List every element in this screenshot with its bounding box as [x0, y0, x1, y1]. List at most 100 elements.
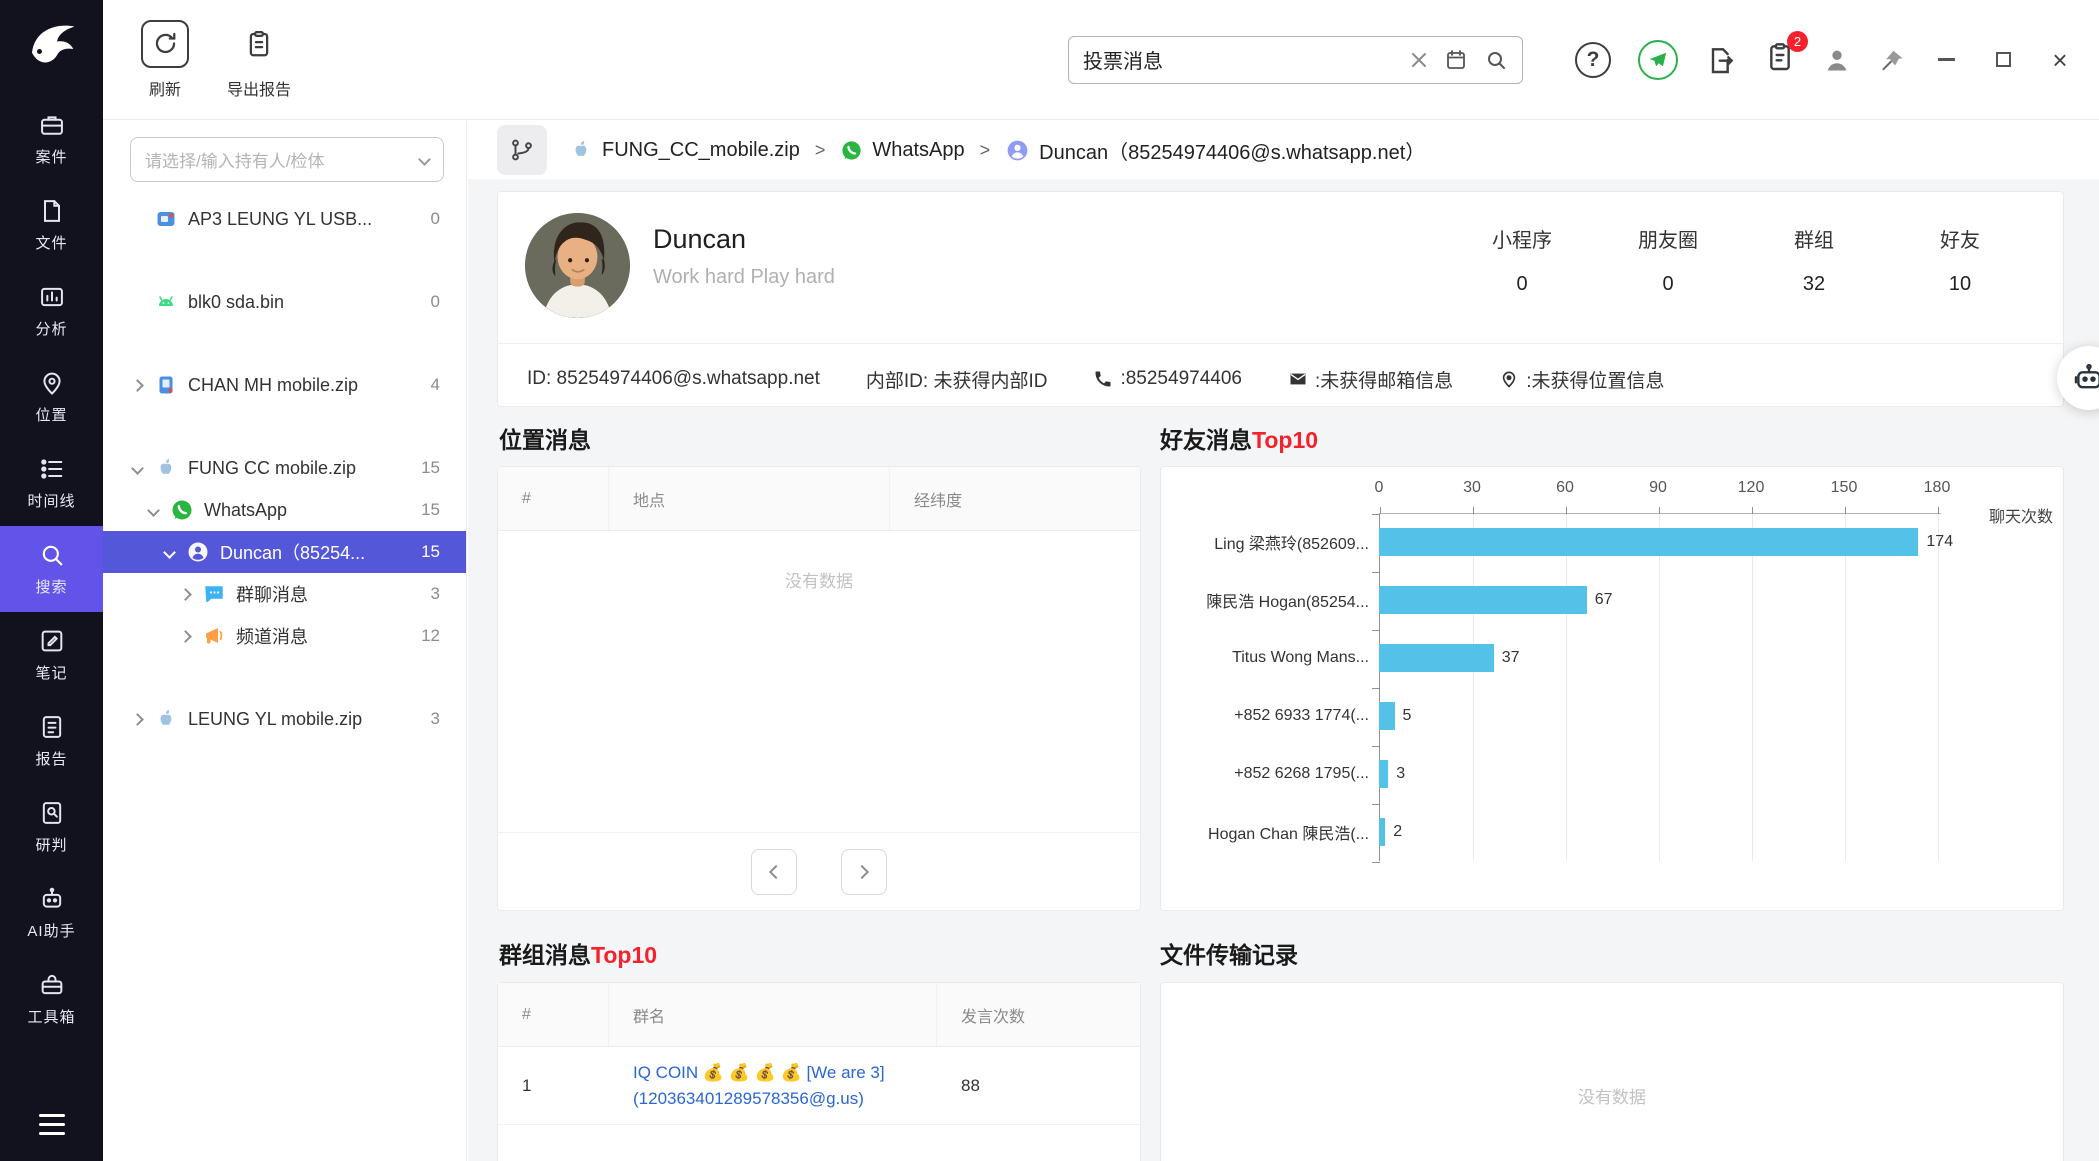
- branch-view-button[interactable]: [497, 125, 547, 175]
- holder-filter-select[interactable]: 请选择/输入持有人/检体: [130, 137, 444, 182]
- breadcrumb-label: FUNG_CC_mobile.zip: [602, 139, 800, 162]
- chevron-right-icon[interactable]: [179, 630, 192, 643]
- bar-value-label: 2: [1393, 823, 1402, 841]
- group-table-header: # 群名 发言次数: [498, 983, 1140, 1047]
- chart-tick-label: 180: [1924, 479, 1951, 497]
- avatar: [525, 213, 630, 318]
- bar-category-label: Ling 梁燕玲(852609...: [1161, 530, 1379, 554]
- pin-window-icon[interactable]: [1878, 47, 1904, 73]
- export-file-icon[interactable]: [1705, 44, 1737, 76]
- apple-icon: [154, 456, 178, 480]
- chevron-right-icon[interactable]: [131, 379, 144, 392]
- sidebar-item-location[interactable]: 位置: [0, 354, 103, 440]
- group-name-link[interactable]: IQ COIN 💰 💰 💰 💰 [We are 3] (120363401289…: [609, 1060, 937, 1111]
- sidebar-item-files[interactable]: 文件: [0, 182, 103, 268]
- help-icon[interactable]: ?: [1575, 42, 1611, 78]
- bar-value-label: 5: [1403, 707, 1412, 725]
- chevron-down-icon[interactable]: [147, 504, 160, 517]
- bar: [1379, 644, 1494, 672]
- tree-item-ap3-usb[interactable]: AP3 LEUNG YL USB... 0: [103, 198, 466, 240]
- refresh-icon: [141, 20, 189, 68]
- chart-tick-label: 30: [1463, 479, 1481, 497]
- report-queue-icon[interactable]: 2: [1764, 41, 1796, 78]
- tree-item-duncan-contact[interactable]: Duncan（85254... 15: [103, 531, 466, 573]
- breadcrumb-whatsapp[interactable]: WhatsApp: [840, 139, 964, 162]
- telegram-icon[interactable]: [1638, 40, 1678, 80]
- location-icon: [38, 369, 66, 397]
- tree-item-channel-messages[interactable]: 频道消息 12: [103, 615, 466, 657]
- chart-row-tick: [1372, 862, 1380, 863]
- refresh-button[interactable]: 刷新: [141, 20, 189, 100]
- sidebar-item-notes[interactable]: 笔记: [0, 612, 103, 698]
- clear-search-icon[interactable]: [1410, 51, 1428, 69]
- bar-category-label: +852 6268 1795(...: [1161, 765, 1379, 783]
- sidebar-item-ai-assistant[interactable]: AI助手: [0, 870, 103, 956]
- sidebar-item-timeline[interactable]: 时间线: [0, 440, 103, 526]
- tree-item-chan-mh-mobile[interactable]: CHAN MH mobile.zip 4: [103, 364, 466, 406]
- sidebar-item-report[interactable]: 报告: [0, 698, 103, 784]
- maximize-icon: [1996, 52, 2011, 67]
- tree-item-blk0-sda[interactable]: blk0 sda.bin 0: [103, 281, 466, 323]
- tree-item-count: 0: [431, 292, 440, 312]
- contact-profile-card: Duncan Work hard Play hard 小程序 0 朋友圈 0 群…: [497, 191, 2064, 407]
- sidebar-menu-toggle[interactable]: [39, 1114, 65, 1135]
- close-button[interactable]: ×: [2045, 45, 2075, 75]
- chart-tick-label: 90: [1649, 479, 1667, 497]
- calendar-icon[interactable]: [1444, 48, 1468, 72]
- bar-value-label: 67: [1595, 591, 1613, 609]
- contact-phone: :85254974406: [1093, 368, 1242, 390]
- groups-section-title: 群组消息Top10: [499, 936, 657, 970]
- tree-item-count: 15: [421, 542, 440, 562]
- search-input[interactable]: [1083, 48, 1394, 71]
- chevron-down-icon[interactable]: [131, 462, 144, 475]
- export-report-icon: [235, 20, 283, 68]
- friends-chart-rows: Ling 梁燕玲(852609... 174 陳民浩 Hogan(85254..…: [1161, 513, 2063, 861]
- minimize-button[interactable]: [1931, 45, 1961, 75]
- maximize-button[interactable]: [1988, 45, 2018, 75]
- contact-info-row: ID: 85254974406@s.whatsapp.net 内部ID: 未获得…: [527, 358, 2047, 400]
- column-header: #: [498, 467, 609, 530]
- prev-page-button[interactable]: [751, 849, 797, 895]
- usb-device-icon: [154, 207, 178, 231]
- tree-item-group-chat-messages[interactable]: 群聊消息 3: [103, 573, 466, 615]
- app-logo-icon[interactable]: [22, 14, 82, 74]
- search-box: [1068, 36, 1523, 84]
- group-chat-icon: [202, 582, 226, 606]
- tree-item-fung-cc-mobile[interactable]: FUNG CC mobile.zip 15: [103, 447, 466, 489]
- export-report-button[interactable]: 导出报告: [227, 20, 291, 100]
- group-rank: 1: [498, 1076, 609, 1096]
- toolbar-right-icons: ? 2: [1575, 40, 2075, 80]
- breadcrumb-evidence[interactable]: FUNG_CC_mobile.zip: [569, 138, 800, 162]
- sidebar-item-search[interactable]: 搜索: [0, 526, 103, 612]
- breadcrumb-contact[interactable]: Duncan（85254974406@s.whatsapp.net）: [1005, 136, 1425, 165]
- chevron-down-icon: [418, 153, 431, 166]
- chevron-right-icon: [855, 864, 869, 878]
- chart-bar-row: +852 6268 1795(... 3: [1161, 745, 2063, 803]
- tree-item-count: 3: [431, 709, 440, 729]
- sidebar-item-research[interactable]: 研判: [0, 784, 103, 870]
- tree-item-count: 15: [421, 500, 440, 520]
- sidebar-item-analysis[interactable]: 分析: [0, 268, 103, 354]
- tree-item-whatsapp[interactable]: WhatsApp 15: [103, 489, 466, 531]
- analysis-icon: [38, 283, 66, 311]
- sidebar-item-toolbox[interactable]: 工具箱: [0, 956, 103, 1042]
- chevron-right-icon[interactable]: [179, 588, 192, 601]
- next-page-button[interactable]: [841, 849, 887, 895]
- tree-item-leung-yl-mobile[interactable]: LEUNG YL mobile.zip 3: [103, 698, 466, 740]
- sidebar-item-case[interactable]: 案件: [0, 96, 103, 182]
- minimize-icon: [1938, 58, 1955, 61]
- group-table-row[interactable]: 1 IQ COIN 💰 💰 💰 💰 [We are 3] (1203634012…: [498, 1047, 1140, 1125]
- friends-chart-axis: 0306090120150180: [1379, 479, 1945, 501]
- user-account-icon[interactable]: [1823, 46, 1851, 74]
- friends-section-title: 好友消息Top10: [1160, 421, 1318, 455]
- tree-item-label: FUNG CC mobile.zip: [188, 458, 413, 479]
- holder-filter-placeholder: 请选择/输入持有人/检体: [145, 147, 412, 172]
- chart-bar-row: Hogan Chan 陳民浩(... 2: [1161, 803, 2063, 861]
- group-message-count: 88: [937, 1076, 1140, 1096]
- chevron-down-icon[interactable]: [163, 546, 176, 559]
- chart-tick-label: 60: [1556, 479, 1574, 497]
- contact-id: ID: 85254974406@s.whatsapp.net: [527, 368, 820, 390]
- notes-icon: [38, 627, 66, 655]
- chevron-right-icon[interactable]: [131, 713, 144, 726]
- search-submit-icon[interactable]: [1484, 48, 1508, 72]
